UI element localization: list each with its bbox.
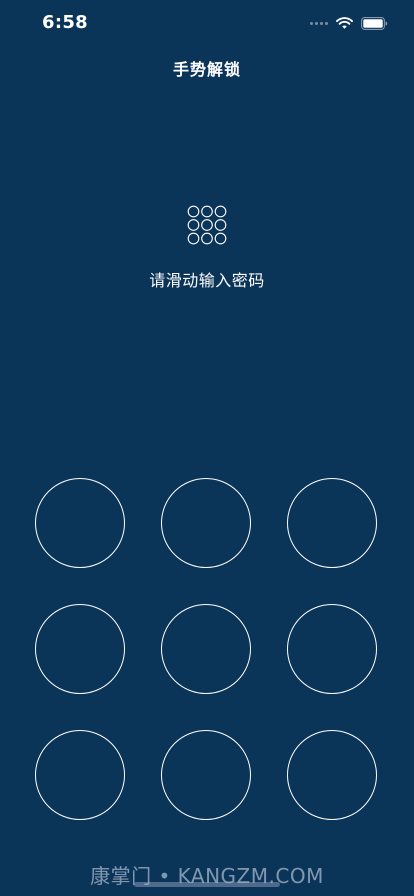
pattern-node-7[interactable] — [35, 730, 125, 820]
pattern-node-4[interactable] — [35, 604, 125, 694]
wifi-icon — [336, 16, 353, 29]
pattern-node-1[interactable] — [35, 478, 125, 568]
unlock-prompt: 请滑动输入密码 — [149, 271, 265, 290]
page-title: 手势解锁 — [172, 60, 241, 79]
signal-icon — [310, 21, 328, 25]
home-indicator[interactable] — [134, 882, 280, 887]
pattern-node-2[interactable] — [161, 478, 251, 568]
pattern-node-6[interactable] — [287, 604, 377, 694]
status-icons — [310, 15, 388, 31]
pattern-node-5[interactable] — [161, 604, 251, 694]
pattern-lock-grid[interactable] — [0, 0, 414, 896]
status-bar: 6:58 — [0, 0, 414, 46]
gesture-grid-icon — [187, 205, 227, 245]
pattern-node-9[interactable] — [287, 730, 377, 820]
pattern-node-3[interactable] — [287, 478, 377, 568]
battery-icon — [361, 16, 388, 30]
status-time: 6:58 — [42, 12, 88, 33]
pattern-node-8[interactable] — [161, 730, 251, 820]
